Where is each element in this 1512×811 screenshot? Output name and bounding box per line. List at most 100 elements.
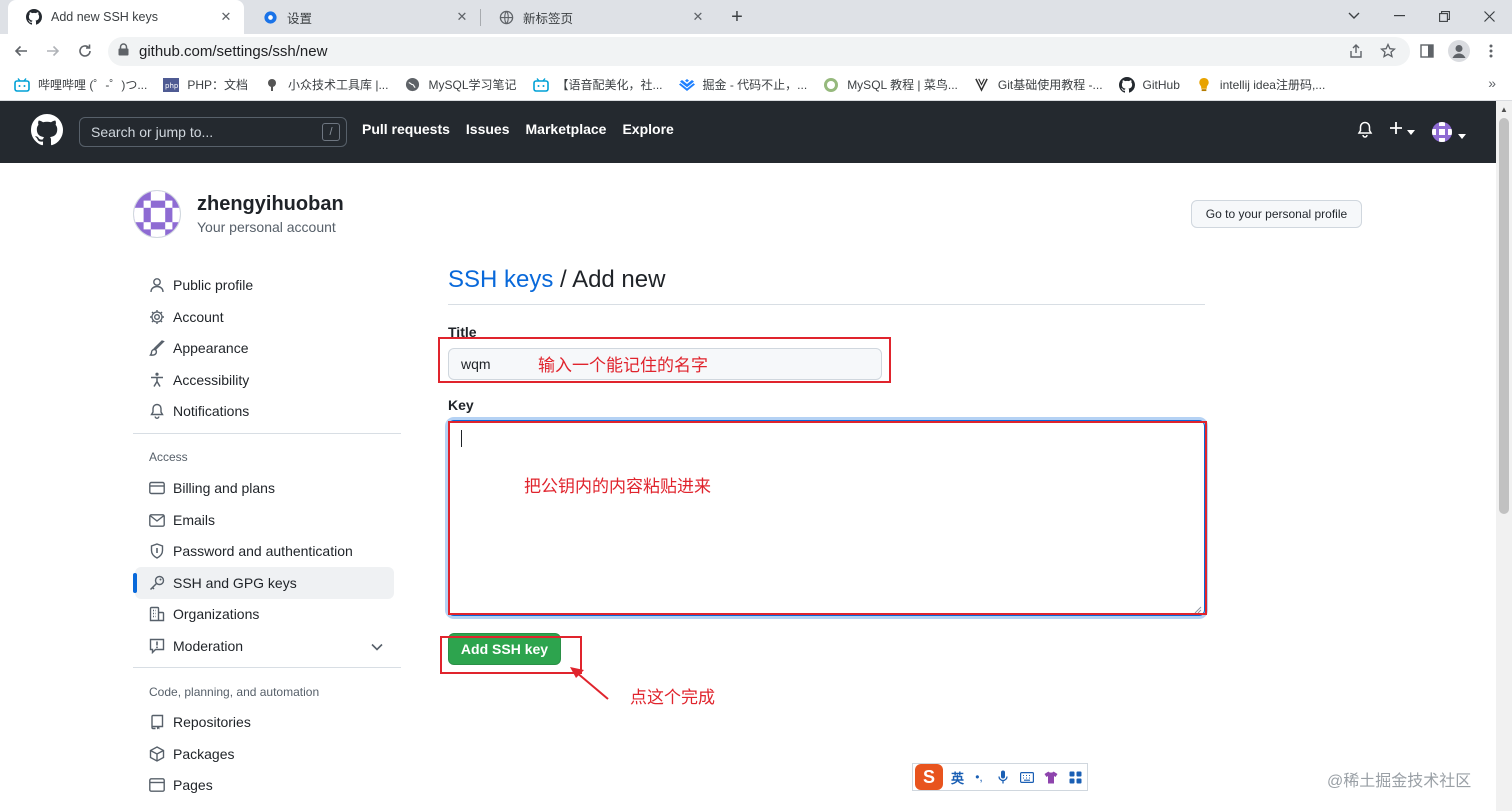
nav-issues[interactable]: Issues [466,121,510,137]
bell-icon[interactable] [1357,121,1373,138]
browser-icon [149,777,165,793]
caret-down-icon [1458,126,1466,144]
sidebar-item-account[interactable]: Account [135,301,394,333]
github-icon [1118,76,1135,93]
account-name[interactable]: zhengyihuoban [197,193,344,216]
sidebar-item-label: Notifications [173,403,250,419]
bookmark-item[interactable]: 【语音配美化，社... [532,76,663,93]
accessibility-icon [149,372,165,388]
bookmark-item[interactable]: 掘金 - 代码不止，... [678,76,807,93]
close-window-icon[interactable] [1466,0,1512,32]
bookmark-item[interactable]: 小众技术工具库 |... [264,76,388,93]
sidebar-item-label: Repositories [173,714,251,730]
new-tab-button[interactable]: + [724,4,750,30]
more-bookmarks-icon[interactable]: » [1488,75,1496,91]
repo-icon [149,714,165,730]
tab-search-chevron-icon[interactable] [1331,0,1377,32]
bookmark-item[interactable]: GitHub [1118,76,1180,93]
breadcrumb-ssh-keys-link[interactable]: SSH keys [448,266,553,293]
breadcrumb-separator: / [553,266,573,293]
tab-add-new-ssh-keys[interactable]: Add new SSH keys ✕ [8,0,244,34]
account-avatar[interactable] [133,190,181,238]
annotation-key-note: 把公钥内的内容粘贴进来 [524,477,711,496]
sidebar-item-organizations[interactable]: Organizations [135,598,394,630]
sidebar-item-label: Pages [173,777,213,793]
shield-lock-icon [149,543,165,559]
share-icon[interactable] [1343,38,1369,64]
chevron-down-icon[interactable] [370,640,384,654]
side-panel-icon[interactable] [1414,38,1440,64]
ime-toolbar[interactable]: S 英 •, [912,763,1088,791]
github-icon [26,9,42,25]
annotation-title-note: 输入一个能记住的名字 [538,356,708,375]
sidebar-item-moderation[interactable]: Moderation [135,630,394,662]
tab-new-tab[interactable]: 新标签页 ✕ [480,0,716,34]
caret-down-icon [1407,122,1415,140]
github-logo-icon[interactable] [31,113,63,151]
restore-icon[interactable] [1421,0,1467,32]
toolbox-grid-icon[interactable] [1066,769,1084,785]
sidebar-item-accessibility[interactable]: Accessibility [135,364,394,396]
bookmark-item[interactable]: MySQL学习笔记 [404,76,517,93]
scroll-up-arrow-icon[interactable]: ▲ [1499,104,1509,114]
search-input[interactable]: Search or jump to... / [79,117,347,147]
sidebar-item-appearance[interactable]: Appearance [135,332,394,364]
tools-icon [264,77,280,93]
close-icon[interactable]: ✕ [690,9,706,25]
ime-language-toggle[interactable]: 英 [951,768,964,787]
browser-tab-bar: Add new SSH keys ✕ 设置 ✕ 新标签页 ✕ + [0,0,1512,34]
sidebar-item-billing[interactable]: Billing and plans [135,472,394,504]
credit-card-icon [149,480,165,496]
create-new-dropdown[interactable] [1389,121,1415,140]
sogou-logo-icon[interactable]: S [915,764,943,790]
tab-settings[interactable]: 设置 ✕ [244,0,480,34]
go-to-profile-button[interactable]: Go to your personal profile [1191,200,1362,228]
bilibili-icon [532,77,549,93]
sidebar-item-pages[interactable]: Pages [135,769,394,801]
tab-title: 设置 [287,11,313,26]
bookmark-item[interactable]: intellij idea注册码,... [1196,76,1325,93]
sidebar-item-password[interactable]: Password and authentication [135,535,394,567]
lock-icon[interactable] [118,42,129,61]
minimize-icon[interactable] [1376,0,1422,32]
bookmark-item[interactable]: Git基础使用教程 -... [974,76,1103,93]
close-icon[interactable]: ✕ [218,9,234,25]
microphone-icon[interactable] [994,769,1012,785]
sidebar-heading-access: Access [149,450,188,464]
nav-explore[interactable]: Explore [622,121,673,137]
nav-marketplace[interactable]: Marketplace [526,121,607,137]
sidebar-item-notifications[interactable]: Notifications [135,395,394,427]
sidebar-item-label: SSH and GPG keys [173,575,297,591]
profile-avatar-icon[interactable] [1446,38,1472,64]
package-icon [149,746,165,762]
keyboard-icon[interactable] [1018,769,1036,785]
more-menu-icon[interactable] [1478,38,1504,64]
scrollbar-thumb[interactable] [1499,118,1509,514]
skin-shirt-icon[interactable] [1042,769,1060,785]
sidebar-item-packages[interactable]: Packages [135,738,394,770]
nav-pull-requests[interactable]: Pull requests [362,121,450,137]
bookmark-star-icon[interactable] [1375,38,1401,64]
sidebar-item-ssh-gpg-keys[interactable]: SSH and GPG keys [133,567,394,599]
bookmark-item[interactable]: MySQL 教程 | 菜鸟... [823,76,958,93]
sidebar-item-label: Billing and plans [173,480,275,496]
punctuation-icon[interactable]: •, [970,769,988,785]
annotation-arrow-icon [570,667,609,700]
forward-arrow-icon[interactable] [40,38,66,64]
sidebar-item-repositories[interactable]: Repositories [135,706,394,738]
juejin-icon [678,77,695,93]
user-menu-dropdown[interactable] [1432,122,1466,147]
sidebar-divider [133,433,401,434]
sidebar-item-emails[interactable]: Emails [135,504,394,536]
bookmark-item[interactable]: 哔哩哔哩 (゜-゜)つ... [14,76,147,93]
back-arrow-icon[interactable] [8,38,34,64]
close-icon[interactable]: ✕ [454,9,470,25]
reload-icon[interactable] [72,38,98,64]
header-nav: Pull requests Issues Marketplace Explore [362,121,690,137]
key-icon [149,575,165,591]
bookmark-item[interactable]: php PHP：文档 [163,76,248,93]
breadcrumb-current: Add new [572,266,666,293]
address-bar[interactable]: github.com/settings/ssh/new [108,37,1410,66]
sidebar-item-public-profile[interactable]: Public profile [135,269,394,301]
bookmark-label: 哔哩哔哩 (゜-゜)つ... [38,78,148,92]
